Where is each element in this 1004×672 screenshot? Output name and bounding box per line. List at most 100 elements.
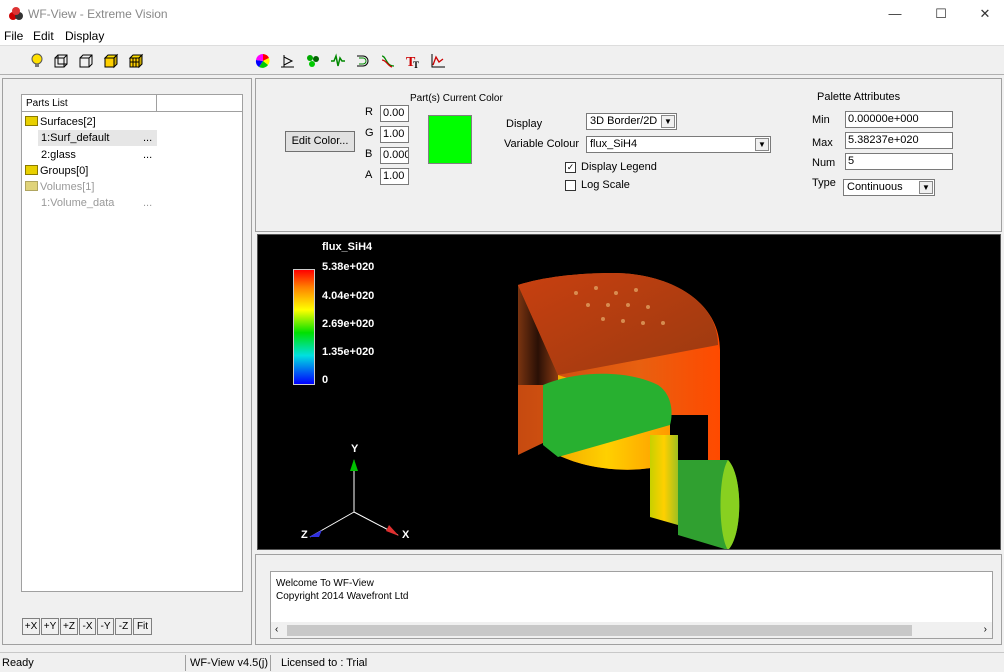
minimize-button[interactable]: — [872,0,918,27]
menu-bar: File Edit Display [0,27,1004,46]
3d-viewport[interactable]: flux_SiH4 5.38e+020 4.04e+020 2.69e+020 … [257,234,1001,550]
folder-icon [25,181,38,191]
blue-input[interactable]: 0.000 [380,147,409,164]
isosurface-icon[interactable] [352,50,374,72]
log-scale-checkbox[interactable] [565,180,576,191]
cube-outline-icon[interactable] [75,50,97,72]
display-legend-label: Display Legend [581,161,657,173]
menu-edit[interactable]: Edit [33,29,54,43]
view-plus-y-button[interactable]: +Y [41,618,59,635]
axis-x-label: X [402,529,410,541]
parts-list[interactable]: Parts List Surfaces[2] 1:Surf_default ..… [21,94,243,592]
scroll-left-icon[interactable]: ‹ [275,624,278,635]
view-minus-x-button[interactable]: -X [79,618,96,635]
view-minus-y-button[interactable]: -Y [97,618,114,635]
num-label: Num [812,157,836,169]
window-title: WF-View - Extreme Vision [28,7,168,21]
console-output[interactable]: Welcome To WF-View Copyright 2014 Wavefr… [270,571,993,639]
min-input[interactable]: 0.00000e+000 [845,111,953,128]
r-label: R [365,106,373,118]
tree-node-surfaces[interactable]: Surfaces[2] [25,114,96,130]
cube-grid-icon[interactable] [125,50,147,72]
slice-icon[interactable] [277,50,299,72]
color-swatch[interactable] [428,115,472,164]
tree-item-glass[interactable]: 2:glass [41,147,76,163]
menu-file[interactable]: File [4,29,23,43]
surf-default-options[interactable]: ... [143,130,152,146]
num-input[interactable]: 5 [845,153,953,170]
tree-item-volume-data[interactable]: 1:Volume_data [41,195,114,211]
tree-node-label: Volumes[1] [40,181,95,193]
variable-colour-select[interactable]: flux_SiH4 ▼ [586,136,771,153]
text-icon[interactable]: TT [402,50,424,72]
app-logo-icon [9,7,23,20]
glass-options[interactable]: ... [143,147,152,163]
tree-node-volumes[interactable]: Volumes[1] [25,179,94,195]
tree-item-surf-default[interactable]: 1:Surf_default [38,130,157,146]
display-mode-value: 3D Border/2D [590,115,658,127]
svg-text:T: T [413,60,419,69]
palette-type-select[interactable]: Continuous ▼ [843,179,935,196]
a-label: A [365,169,373,181]
particles-icon[interactable] [302,50,324,72]
status-divider [270,655,271,671]
display-label: Display [506,118,543,130]
tree-item-label: 1:Surf_default [41,132,110,144]
log-scale-label: Log Scale [581,179,630,191]
bulb-icon[interactable] [26,50,48,72]
chevron-down-icon: ▼ [755,138,769,151]
status-license: Licensed to : Trial [281,657,368,669]
parts-list-title: Parts List [26,98,68,109]
view-minus-z-button[interactable]: -Z [115,618,132,635]
fit-view-button[interactable]: Fit [133,618,152,635]
current-color-label: Part(s) Current Color [410,93,503,104]
parts-panel: Parts List Surfaces[2] 1:Surf_default ..… [2,78,252,645]
tree-node-label: Surfaces[2] [40,116,96,128]
cube-wire-icon[interactable] [50,50,72,72]
streamline-icon[interactable] [377,50,399,72]
green-input[interactable]: 1.00 [380,126,409,143]
status-divider [185,655,186,671]
view-plus-x-button[interactable]: +X [22,618,40,635]
g-label: G [365,127,374,139]
column-divider[interactable] [156,95,157,112]
chevron-down-icon: ▼ [661,115,675,128]
console-line: Welcome To WF-View [276,578,374,589]
type-label: Type [812,177,836,189]
red-input[interactable]: 0.00 [380,105,409,122]
color-wheel-icon[interactable] [252,50,274,72]
toolbar: TT [0,47,1004,75]
variable-colour-value: flux_SiH4 [590,138,638,150]
close-button[interactable]: ✕ [962,0,1004,27]
tree-node-groups[interactable]: Groups[0] [25,163,88,179]
wave-icon[interactable] [327,50,349,72]
volume-data-options[interactable]: ... [143,195,152,211]
b-label: B [365,148,373,160]
folder-icon [25,116,38,126]
console-panel: Welcome To WF-View Copyright 2014 Wavefr… [255,554,1002,645]
scrollbar-thumb[interactable] [287,625,912,636]
chevron-down-icon: ▼ [919,181,933,194]
horizontal-scrollbar[interactable]: ‹ › [271,622,992,638]
max-label: Max [812,137,833,149]
axis-y-label: Y [351,443,359,455]
max-input[interactable]: 5.38237e+020 [845,132,953,149]
view-plus-z-button[interactable]: +Z [60,618,78,635]
scroll-right-icon[interactable]: › [984,624,987,635]
min-label: Min [812,114,830,126]
status-version: WF-View v4.5(j) [190,657,269,669]
edit-color-button[interactable]: Edit Color... [285,131,355,152]
graph-icon[interactable] [427,50,449,72]
console-line: Copyright 2014 Wavefront Ltd [276,591,409,602]
display-mode-select[interactable]: 3D Border/2D ▼ [586,113,677,130]
alpha-input[interactable]: 1.00 [380,168,409,185]
menu-display[interactable]: Display [65,29,104,43]
tree-node-label: Groups[0] [40,165,89,177]
cube-solid-icon[interactable] [100,50,122,72]
maximize-button[interactable]: ☐ [918,0,964,27]
parts-list-header[interactable]: Parts List [22,95,242,112]
palette-attributes-title: Palette Attributes [817,91,901,103]
folder-icon [25,165,38,175]
display-legend-checkbox[interactable]: ✓ [565,162,576,173]
status-bar: Ready WF-View v4.5(j) Licensed to : Tria… [0,652,1004,672]
